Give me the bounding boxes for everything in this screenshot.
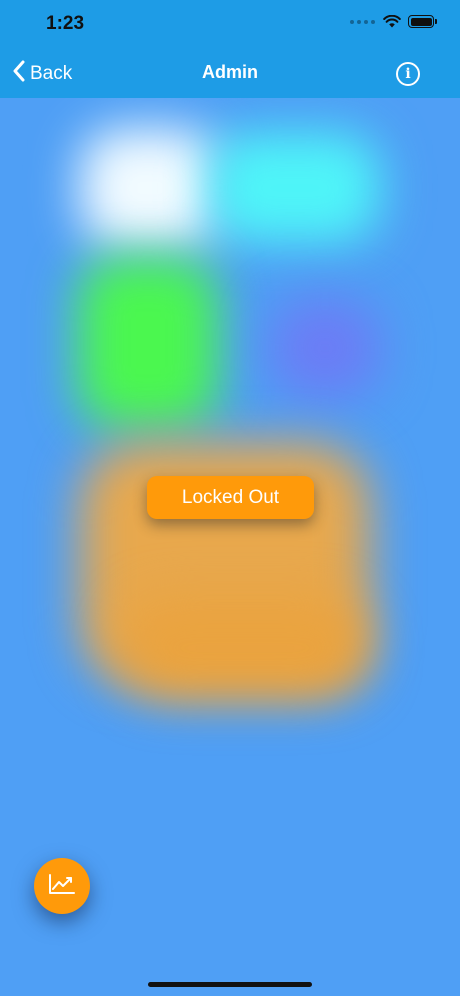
navigation-header: 1:23 Back Admin i xyxy=(0,0,460,98)
chart-fab-button[interactable] xyxy=(34,858,90,914)
blurred-tile-white xyxy=(80,128,220,248)
blurred-tile-cyan xyxy=(210,133,380,243)
blurred-tile-purple xyxy=(270,298,380,398)
blurred-tile-green xyxy=(78,258,218,428)
home-indicator xyxy=(148,982,312,987)
signal-dots-icon xyxy=(350,19,375,24)
blurred-tile-orange-lower xyxy=(120,598,370,698)
blurred-background: Locked Out xyxy=(0,98,460,996)
wifi-icon xyxy=(383,15,401,28)
locked-out-button[interactable]: Locked Out xyxy=(147,476,314,519)
status-icons xyxy=(350,15,437,28)
info-glyph: i xyxy=(405,66,411,82)
page-title: Admin xyxy=(202,62,258,82)
battery-icon xyxy=(408,15,437,28)
status-time: 1:23 xyxy=(46,13,85,34)
info-icon[interactable]: i xyxy=(396,62,420,86)
chart-trend-icon xyxy=(48,873,76,900)
